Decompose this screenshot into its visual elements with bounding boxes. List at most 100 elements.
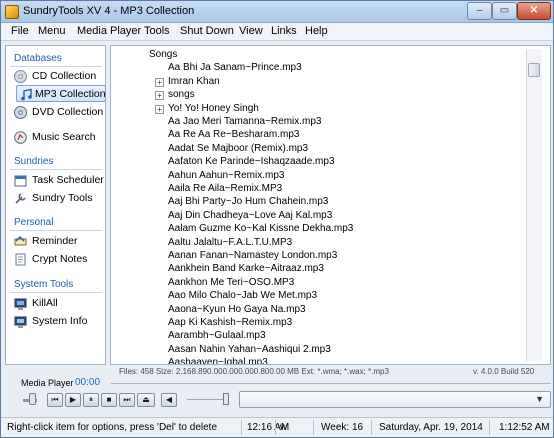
sidebar-item-crypt-notes[interactable]: Crypt Notes (14, 251, 104, 268)
sidebar-item-killall[interactable]: KillAll (14, 295, 104, 312)
sidebar-item-label: Reminder (32, 235, 78, 247)
tree-item[interactable]: Aap Ki Kashish~Remix.mp3 (168, 317, 292, 328)
sidebar-item-reminder[interactable]: Reminder (14, 233, 104, 250)
sidebar-item-cd-collection[interactable]: CD Collection (14, 68, 104, 85)
section-databases: Databases (14, 53, 62, 64)
sidebar-item-mp3-collection[interactable]: MP3 Collection (16, 85, 106, 102)
menu-shut-down[interactable]: Shut Down (180, 25, 234, 37)
sidebar-item-label: Crypt Notes (32, 253, 88, 265)
tree-folder[interactable]: Yo! Yo! Honey Singh (168, 103, 259, 114)
close-button[interactable]: ✕ (517, 2, 551, 20)
maximize-button[interactable]: ▭ (492, 2, 517, 20)
mute-button[interactable]: ◀ (161, 393, 177, 407)
tree-root[interactable]: Songs (149, 49, 177, 60)
sidebar-item-label: CD Collection (32, 70, 97, 82)
tree-item[interactable]: Aanan Fanan~Namastey London.mp3 (168, 250, 337, 261)
calendar-icon (14, 175, 27, 187)
sidebar-item-task-scheduler[interactable]: Task Scheduler (14, 172, 104, 189)
sidebar-item-system-info[interactable]: System Info (14, 313, 104, 330)
app-icon (5, 5, 19, 19)
sidebar-item-music-search[interactable]: Music Search (14, 129, 104, 146)
menu-file[interactable]: File (11, 25, 29, 37)
tools-icon (15, 193, 26, 204)
mute-icon: ◀ (165, 395, 173, 404)
notes-icon (15, 253, 26, 266)
tree-item[interactable]: Aasan Nahin Yahan~Aashiqui 2.mp3 (168, 344, 331, 355)
scrollbar-thumb[interactable] (528, 63, 540, 77)
volume-knob[interactable] (29, 393, 36, 405)
tree-item[interactable]: Aarambh~Gulaal.mp3 (168, 330, 266, 341)
prev-button[interactable]: ⏮ (47, 393, 63, 407)
status-hint: Right-click item for options, press 'Del… (7, 422, 218, 433)
title-bar[interactable]: SundryTools XV 4 - MP3 Collection – ▭ ✕ (1, 1, 553, 23)
menu-links[interactable]: Links (271, 25, 297, 37)
tree-item[interactable]: Aadat Se Majboor (Remix).mp3 (168, 143, 308, 154)
expand-toggle[interactable]: + (155, 91, 164, 101)
mp3-icon (21, 88, 32, 101)
tree-item[interactable]: Aa Re Aa Re~Besharam.mp3 (168, 129, 299, 140)
menu-media-player[interactable]: Media Player (77, 25, 141, 37)
tree-item[interactable]: Aalam Guzme Ko~Kal Kissne Dekha.mp3 (168, 223, 353, 234)
sidebar: Databases CD Collection MP3 Collection D… (5, 45, 106, 365)
tree-item[interactable]: Aao Milo Chalo~Jab We Met.mp3 (168, 290, 317, 301)
pause-button[interactable]: ⏸ (83, 393, 99, 407)
stop-button[interactable]: ■ (101, 393, 117, 407)
tree-item[interactable]: Aankhein Band Karke~Aitraaz.mp3 (168, 263, 324, 274)
next-button[interactable]: ⏭ (119, 393, 135, 407)
sidebar-item-label: Task Scheduler (32, 174, 104, 186)
expand-toggle[interactable]: + (155, 77, 164, 87)
menu-help[interactable]: Help (305, 25, 328, 37)
chevron-down-icon: ▼ (535, 394, 544, 404)
tree-item[interactable]: Aaj Din Chadheya~Love Aaj Kal.mp3 (168, 210, 332, 221)
play-button[interactable]: ▶ (65, 393, 81, 407)
tree-folder[interactable]: songs (168, 89, 195, 100)
tree-item[interactable]: Aashaayen~Iqbal.mp3 (168, 357, 268, 364)
menu-bar: File Menu Media Player Tools Shut Down V… (1, 23, 553, 41)
tree-item[interactable]: Aaltu Jalaltu~F.A.L.T.U.MP3 (168, 237, 292, 248)
eject-button[interactable]: ⏏ (137, 393, 155, 407)
music-search-icon (14, 131, 27, 144)
menu-view[interactable]: View (239, 25, 263, 37)
sidebar-item-sundry-tools[interactable]: Sundry Tools (14, 190, 104, 207)
tree-item[interactable]: Aa Jao Meri Tamanna~Remix.mp3 (168, 116, 322, 127)
expand-toggle[interactable]: + (155, 104, 164, 114)
status-bar: Right-click item for options, press 'Del… (1, 417, 553, 437)
eject-icon: ⏏ (142, 395, 150, 404)
sidebar-item-label: DVD Collection (32, 106, 104, 118)
reminder-icon (14, 236, 27, 246)
tree-folder[interactable]: Imran Khan (168, 76, 220, 87)
status-date: Saturday, Apr. 19, 2014 (379, 422, 483, 433)
status-week: Week: 16 (321, 422, 364, 433)
next-icon: ⏭ (123, 395, 131, 404)
divider (371, 420, 372, 435)
divider (10, 169, 102, 170)
tree-item[interactable]: Aankhon Me Teri~OSO.MP3 (168, 277, 294, 288)
vertical-scrollbar[interactable] (526, 49, 542, 361)
tree-item[interactable]: Aafaton Ke Parinde~Ishaqzaade.mp3 (168, 156, 335, 167)
stop-icon: ■ (106, 395, 112, 404)
seek-knob[interactable] (223, 393, 229, 405)
menu-tools[interactable]: Tools (144, 25, 170, 37)
playlist-dropdown[interactable]: ▼ (239, 391, 551, 408)
tree-item[interactable]: Aa Bhi Ja Sanam~Prince.mp3 (168, 62, 302, 73)
media-player-label: Media Player (21, 378, 74, 388)
version-label: v. 4.0.0 Build 520 (473, 367, 535, 376)
dvd-icon (14, 106, 27, 119)
song-tree[interactable]: Songs Aa Bhi Ja Sanam~Prince.mp3 + Imran Kh… (110, 45, 551, 365)
playback-progress[interactable] (111, 383, 551, 384)
tree-item[interactable]: Aaona~Kyun Ho Gaya Na.mp3 (168, 304, 306, 315)
seek-slider[interactable] (187, 399, 225, 400)
app-window: SundryTools XV 4 - MP3 Collection – ▭ ✕ … (0, 0, 554, 438)
section-sundries: Sundries (14, 156, 54, 167)
menu-menu[interactable]: Menu (38, 25, 66, 37)
divider (10, 292, 102, 293)
pause-icon: ⏸ (89, 395, 93, 404)
tree-item[interactable]: Aaj Bhi Party~Jo Hum Chahein.mp3 (168, 196, 328, 207)
divider (489, 420, 490, 435)
tree-item[interactable]: Aaila Re Aila~Remix.MP3 (168, 183, 282, 194)
tree-item[interactable]: Aahun Aahun~Remix.mp3 (168, 170, 284, 181)
section-personal: Personal (14, 217, 54, 228)
killall-icon (14, 298, 27, 310)
sidebar-item-dvd-collection[interactable]: DVD Collection (14, 104, 104, 121)
minimize-button[interactable]: – (467, 2, 492, 20)
